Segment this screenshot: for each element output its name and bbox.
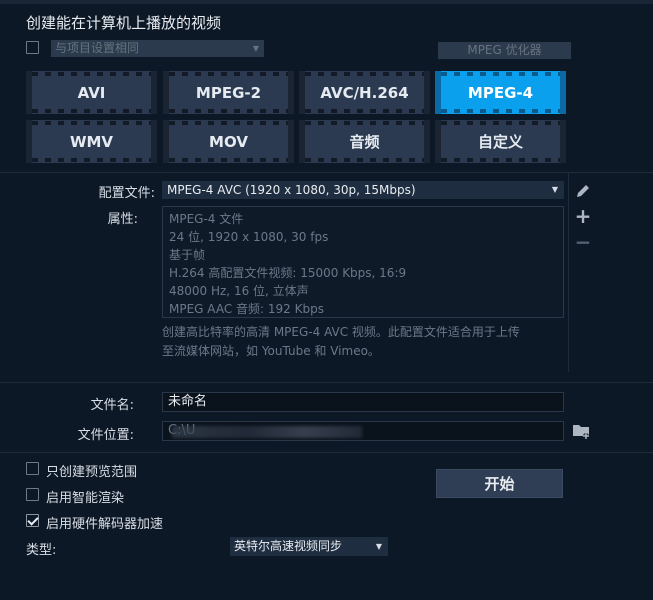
format-avi-button[interactable]: AVI <box>26 71 157 114</box>
preview-range-checkbox[interactable] <box>26 462 39 475</box>
property-line: MPEG-4 文件 <box>169 212 244 226</box>
smart-render-checkbox[interactable] <box>26 488 39 501</box>
same-as-project-checkbox[interactable] <box>26 41 39 54</box>
format-avc-button[interactable]: AVC/H.264 <box>299 71 430 114</box>
pencil-icon[interactable] <box>575 183 591 199</box>
add-profile-icon[interactable]: + <box>574 206 592 226</box>
filename-input[interactable]: 未命名 <box>162 392 564 412</box>
divider <box>0 452 653 453</box>
description-line: 至流媒体网站，如 YouTube 和 Vimeo。 <box>162 344 380 358</box>
profile-select[interactable]: MPEG-4 AVC (1920 x 1080, 30p, 15Mbps) ▼ <box>162 181 564 199</box>
start-button[interactable]: 开始 <box>436 469 563 498</box>
same-as-project-label: 与项目设置相同 <box>55 41 140 55</box>
top-border <box>0 0 653 4</box>
type-value: 英特尔高速视频同步 <box>234 539 343 553</box>
profile-description: 创建高比特率的高清 MPEG-4 AVC 视频。此配置文件适合用于上传 至流媒体… <box>162 323 572 361</box>
format-custom-button[interactable]: 自定义 <box>435 120 566 163</box>
chevron-down-icon: ▼ <box>551 185 558 194</box>
preview-range-label: 只创建预览范围 <box>46 465 138 480</box>
format-mov-button[interactable]: MOV <box>163 120 294 163</box>
format-wmv-button[interactable]: WMV <box>26 120 157 163</box>
remove-profile-icon[interactable]: − <box>574 232 592 252</box>
filepath-label: 文件位置: <box>77 428 134 443</box>
filename-label: 文件名: <box>90 398 134 413</box>
mpeg-optimizer-button: MPEG 优化器 <box>438 42 571 59</box>
chevron-down-icon: ▼ <box>252 44 259 53</box>
description-line: 创建高比特率的高清 MPEG-4 AVC 视频。此配置文件适合用于上传 <box>162 325 520 339</box>
property-line: H.264 高配置文件视频: 15000 Kbps, 16:9 <box>169 266 407 280</box>
properties-label: 属性: <box>107 212 138 227</box>
page-title: 创建能在计算机上播放的视频 <box>26 14 222 32</box>
property-line: 基于帧 <box>169 248 206 262</box>
same-as-project-select: 与项目设置相同 ▼ <box>51 40 264 57</box>
profile-label: 配置文件: <box>98 186 155 201</box>
hw-decoder-checkbox[interactable] <box>26 514 39 527</box>
properties-box: MPEG-4 文件 24 位, 1920 x 1080, 30 fps 基于帧 … <box>162 206 564 318</box>
profile-value: MPEG-4 AVC (1920 x 1080, 30p, 15Mbps) <box>167 183 416 197</box>
format-mpeg4-button[interactable]: MPEG-4 <box>435 71 566 114</box>
type-label: 类型: <box>26 543 57 558</box>
property-line: 48000 Hz, 16 位, 立体声 <box>169 284 309 298</box>
property-line: 24 位, 1920 x 1080, 30 fps <box>169 230 329 244</box>
divider <box>0 382 653 383</box>
smart-render-label: 启用智能渲染 <box>46 491 125 506</box>
divider <box>0 172 653 173</box>
redacted-path <box>172 426 362 438</box>
type-select[interactable]: 英特尔高速视频同步 ▼ <box>230 537 388 556</box>
format-mpeg2-button[interactable]: MPEG-2 <box>163 71 294 114</box>
hw-decoder-label: 启用硬件解码器加速 <box>46 517 164 532</box>
chevron-down-icon: ▼ <box>375 542 382 551</box>
format-audio-button[interactable]: 音频 <box>299 120 430 163</box>
property-line: MPEG AAC 音频: 192 Kbps <box>169 302 324 316</box>
folder-add-icon[interactable] <box>572 422 592 440</box>
